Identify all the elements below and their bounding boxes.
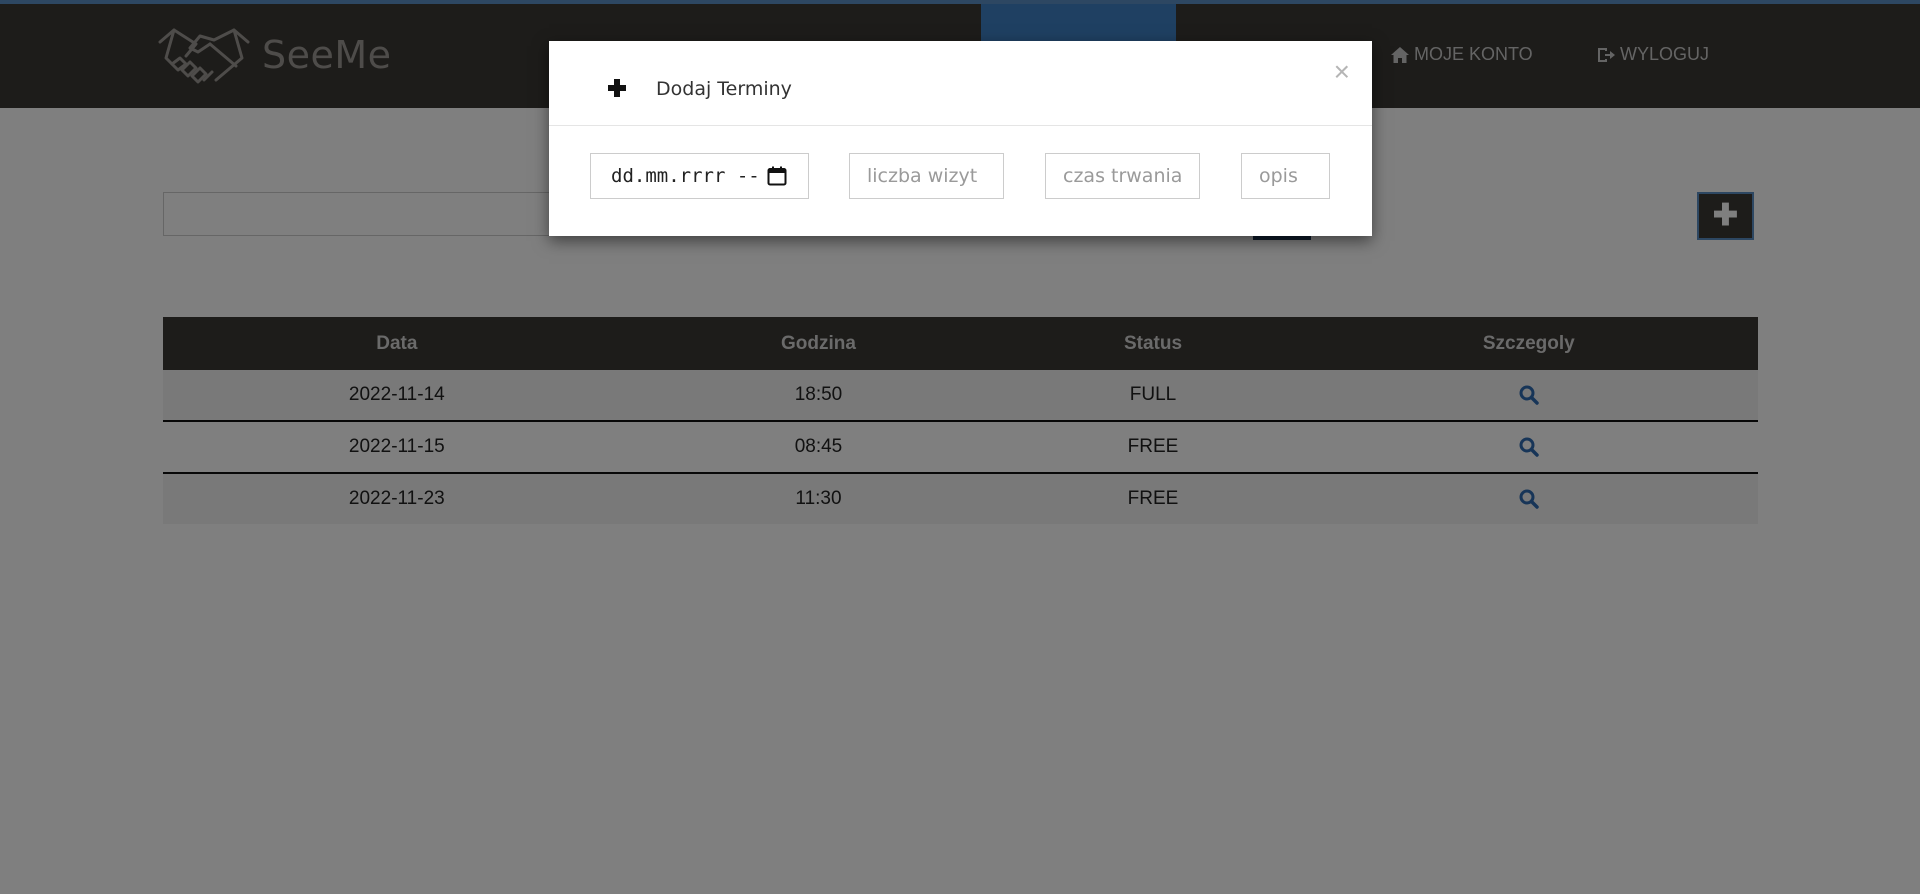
calendar-icon[interactable] bbox=[766, 165, 788, 187]
duration-input[interactable] bbox=[1045, 153, 1200, 199]
plus-icon bbox=[608, 79, 626, 97]
modal-title: Dodaj Terminy bbox=[656, 78, 792, 100]
date-placeholder: dd.mm.rrrr -- bbox=[611, 165, 760, 187]
modal-header: Dodaj Terminy × bbox=[549, 41, 1372, 126]
description-input[interactable] bbox=[1241, 153, 1330, 199]
date-time-input[interactable]: dd.mm.rrrr -- bbox=[590, 153, 809, 199]
visit-count-input[interactable] bbox=[849, 153, 1004, 199]
add-terms-modal: Dodaj Terminy × dd.mm.rrrr -- bbox=[549, 41, 1372, 236]
close-icon[interactable]: × bbox=[1334, 58, 1350, 86]
